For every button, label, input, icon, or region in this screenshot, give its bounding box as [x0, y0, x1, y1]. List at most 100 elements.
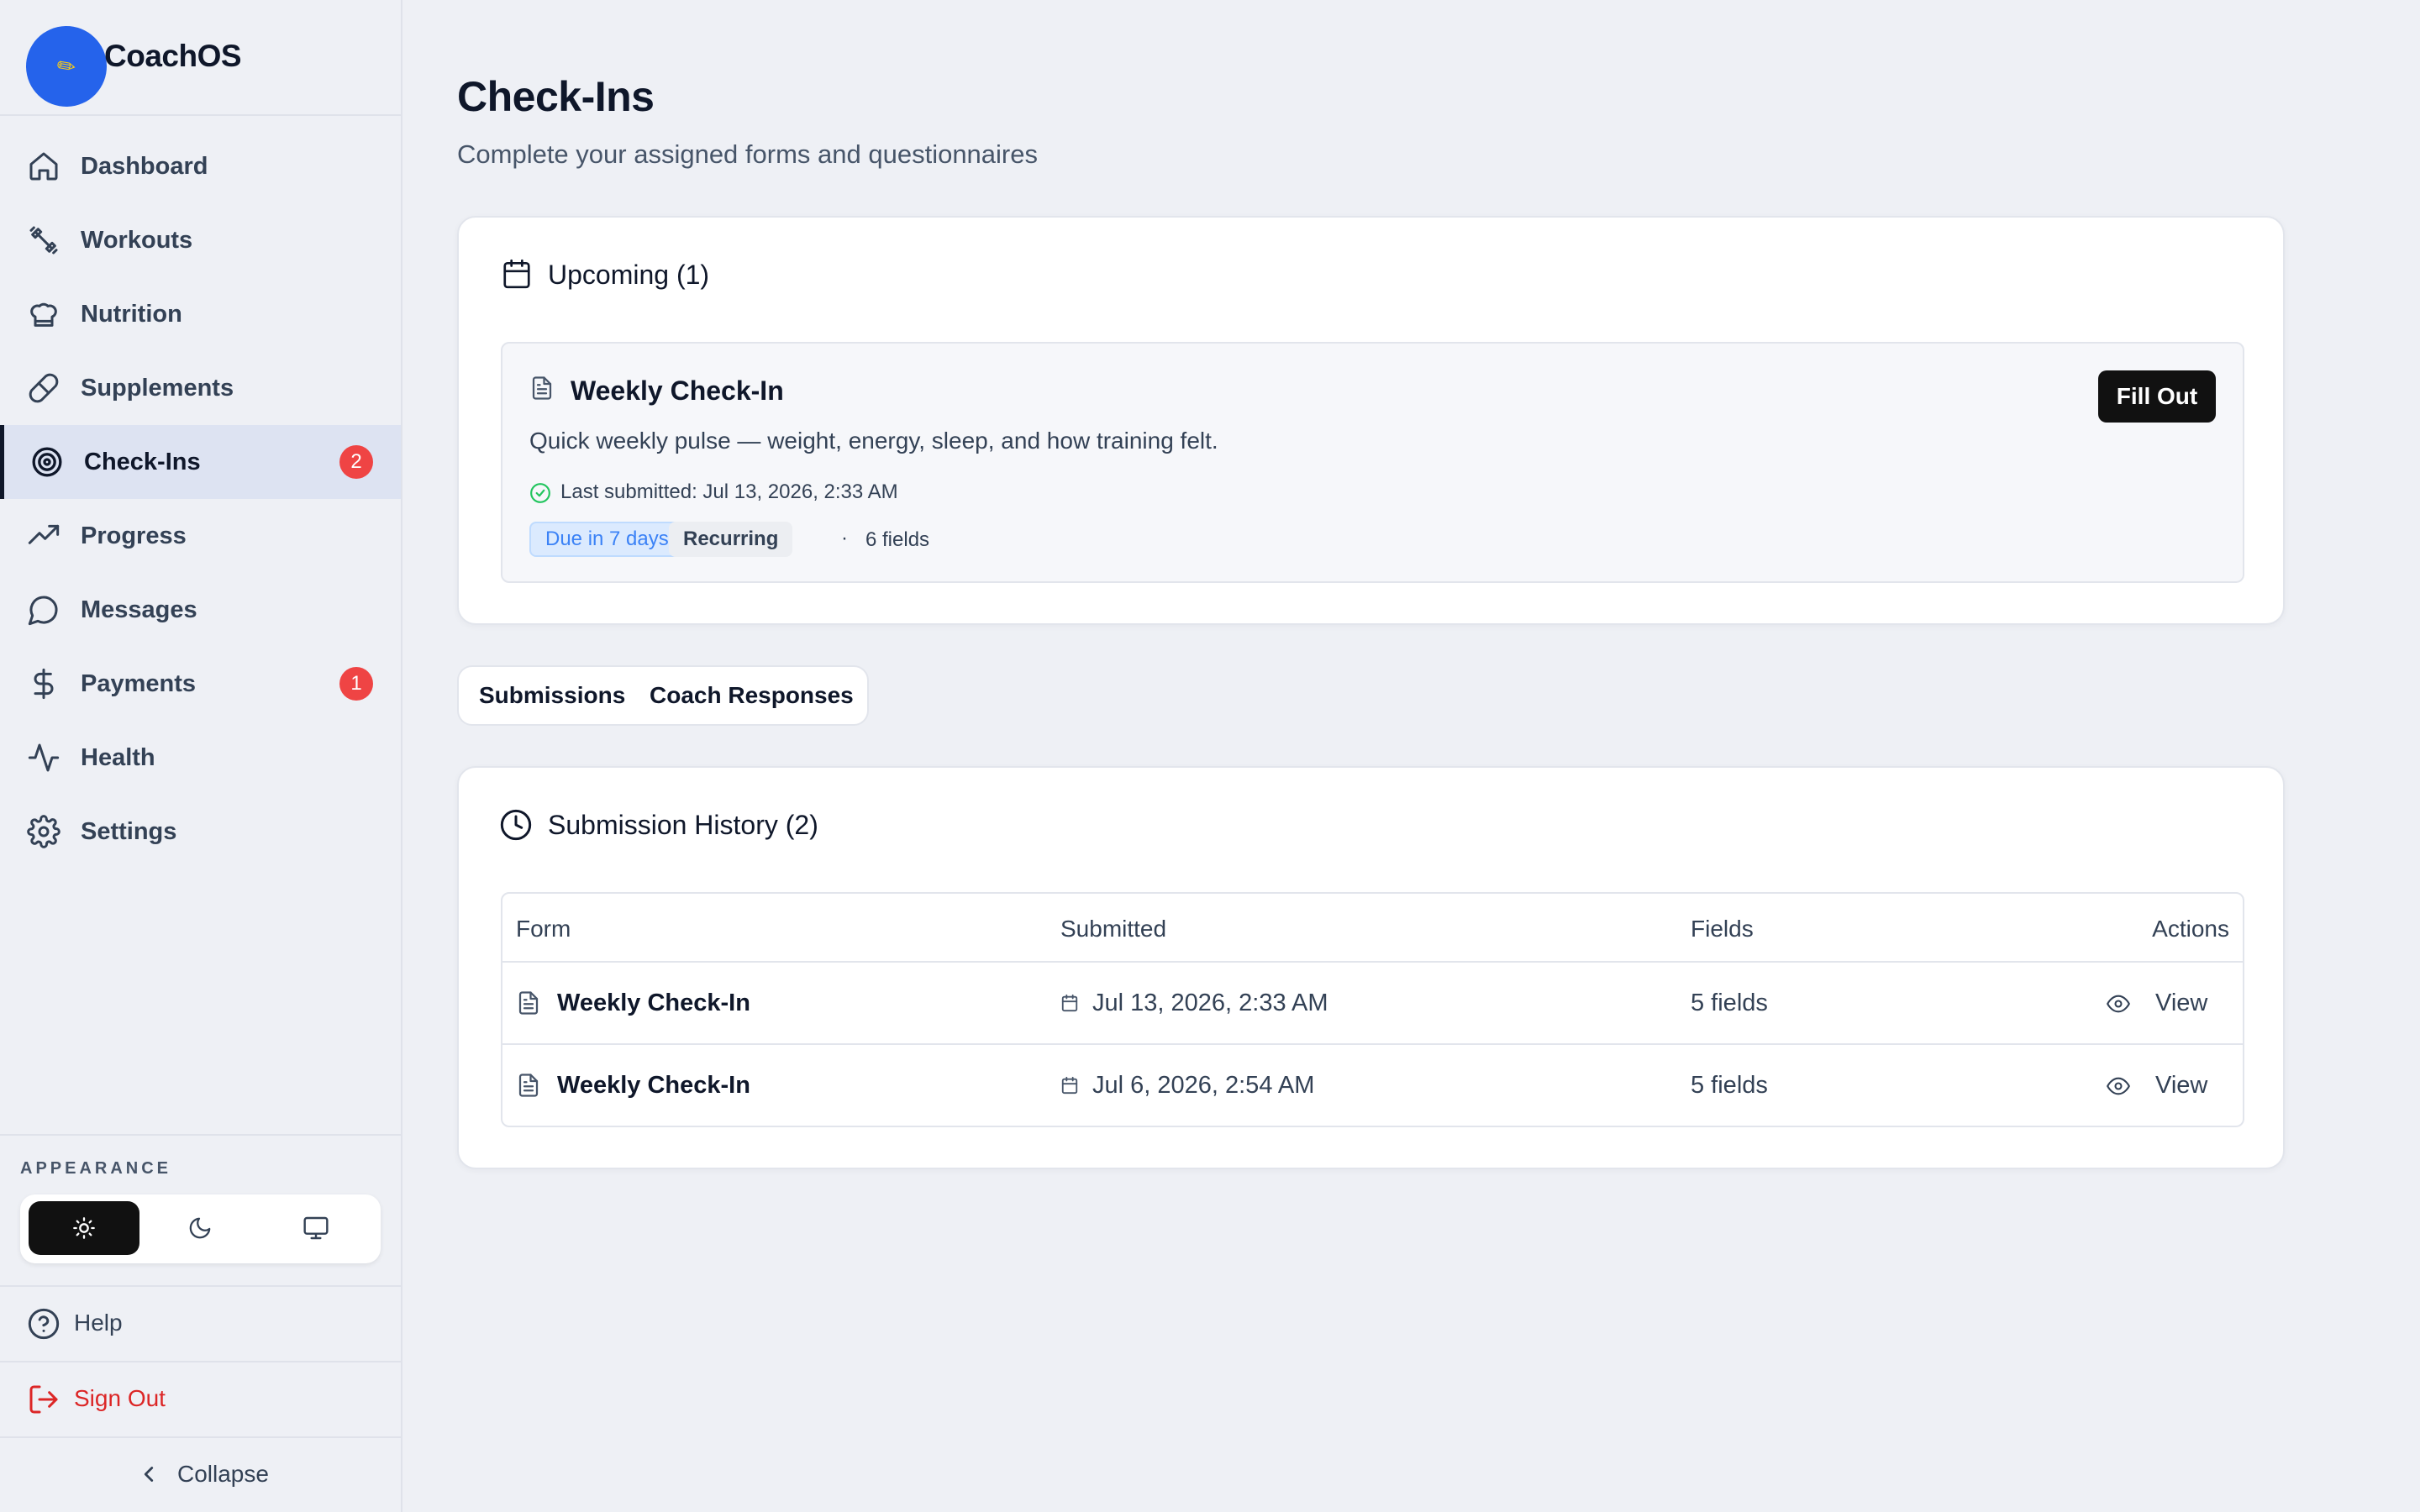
sun-icon	[72, 1216, 96, 1240]
submitted-cell: Jul 13, 2026, 2:33 AM	[1092, 990, 1328, 1016]
app-name: CoachOS	[104, 39, 242, 73]
due-badge: Due in 7 days	[529, 522, 685, 557]
calendar-icon	[501, 258, 533, 290]
fields-cell: 5 fields	[1691, 1072, 1768, 1099]
view-button[interactable]: View	[2105, 1065, 2214, 1107]
message-circle-icon	[27, 593, 60, 627]
upcoming-card: Upcoming (1) Weekly Check-In Fill Out Qu…	[457, 216, 2285, 625]
field-count: 6 fields	[865, 528, 930, 551]
view-button[interactable]: View	[2105, 983, 2214, 1025]
sidebar-item-label: Messages	[81, 596, 197, 623]
tab-coach-responses[interactable]: Coach Responses	[650, 682, 854, 709]
sidebar-item-label: Check-Ins	[84, 448, 201, 475]
page-subtitle: Complete your assigned forms and questio…	[457, 139, 1038, 169]
eye-icon	[2105, 1074, 2132, 1098]
target-icon	[30, 445, 64, 479]
sidebar-item-messages[interactable]: Messages	[0, 573, 401, 647]
sidebar-item-nutrition[interactable]: Nutrition	[0, 277, 401, 351]
moon-icon	[187, 1215, 213, 1241]
main-content: Check-Ins Complete your assigned forms a…	[402, 0, 2420, 1512]
last-submitted: Last submitted: Jul 13, 2026, 2:33 AM	[560, 480, 898, 503]
upcoming-form-item: Weekly Check-In Fill Out Quick weekly pu…	[501, 342, 2244, 583]
tab-bar: Submissions Coach Responses	[457, 665, 869, 726]
sidebar-item-label: Payments	[81, 669, 197, 697]
collapse-label: Collapse	[177, 1461, 269, 1487]
form-cell: Weekly Check-In	[557, 1072, 750, 1099]
log-out-icon	[27, 1383, 60, 1416]
appearance-label: APPEARANCE	[20, 1159, 172, 1178]
notification-badge: 1	[339, 667, 373, 701]
dollar-icon	[27, 667, 60, 701]
help-label: Help	[74, 1310, 123, 1336]
fields-cell: 5 fields	[1691, 990, 1768, 1016]
sidebar-item-label: Supplements	[81, 374, 234, 402]
trending-up-icon	[27, 519, 60, 553]
view-label: View	[2155, 1072, 2208, 1099]
sidebar-item-label: Progress	[81, 522, 187, 549]
column-header: Fields	[1691, 916, 1754, 942]
form-name: Weekly Check-In	[571, 375, 784, 406]
pill-icon	[27, 371, 60, 405]
theme-dark-button[interactable]	[145, 1201, 255, 1255]
recurring-badge: Recurring	[669, 522, 793, 557]
sidebar-item-workouts[interactable]: Workouts	[0, 203, 401, 277]
form-cell: Weekly Check-In	[557, 990, 750, 1016]
submission-history-card: Submission History (2) Form Submitted Fi…	[457, 766, 2285, 1169]
sidebar: ✎ CoachOS Dashboard Workouts Nutrition S…	[0, 0, 402, 1512]
sidebar-item-label: Dashboard	[81, 152, 208, 180]
tab-submissions[interactable]: Submissions	[479, 682, 625, 709]
fill-out-button[interactable]: Fill Out	[2098, 370, 2216, 423]
table-row[interactable]: Weekly Check-In Jul 6, 2026, 2:54 AM 5 f…	[502, 1043, 2243, 1126]
gear-icon	[27, 815, 60, 848]
sidebar-item-label: Settings	[81, 817, 177, 845]
sidebar-item-payments[interactable]: Payments 1	[0, 647, 401, 721]
sidebar-item-health[interactable]: Health	[0, 721, 401, 795]
page-title: Check-Ins	[457, 73, 655, 120]
file-icon	[516, 990, 541, 1016]
chef-hat-icon	[27, 297, 60, 331]
sidebar-item-supplements[interactable]: Supplements	[0, 351, 401, 425]
theme-switcher	[20, 1194, 381, 1263]
calendar-icon	[1060, 1076, 1079, 1095]
sidebar-item-label: Nutrition	[81, 300, 182, 328]
calendar-icon	[1060, 994, 1079, 1012]
meta-separator: ·	[841, 527, 848, 549]
view-label: View	[2155, 990, 2208, 1016]
theme-light-button[interactable]	[29, 1201, 139, 1255]
sign-out-label: Sign Out	[74, 1385, 166, 1411]
eye-icon	[2105, 992, 2132, 1016]
file-icon	[516, 1073, 541, 1098]
sidebar-item-progress[interactable]: Progress	[0, 499, 401, 573]
sidebar-item-check-ins[interactable]: Check-Ins 2	[0, 425, 401, 499]
column-header: Actions	[2152, 916, 2229, 942]
sidebar-nav: Dashboard Workouts Nutrition Supplements…	[0, 129, 401, 869]
theme-system-button[interactable]	[260, 1201, 371, 1255]
chevron-left-icon	[136, 1462, 161, 1487]
history-title: Submission History (2)	[548, 810, 818, 840]
form-description: Quick weekly pulse — weight, energy, sle…	[529, 428, 1218, 454]
sidebar-item-label: Workouts	[81, 226, 193, 254]
table-row[interactable]: Weekly Check-In Jul 13, 2026, 2:33 AM 5 …	[502, 961, 2243, 1043]
clock-icon	[499, 808, 533, 842]
activity-icon	[27, 741, 60, 774]
help-link[interactable]: Help	[0, 1285, 401, 1359]
file-icon	[529, 375, 555, 401]
notification-badge: 2	[339, 445, 373, 479]
sidebar-item-label: Health	[81, 743, 155, 771]
help-circle-icon	[27, 1307, 60, 1341]
collapse-button[interactable]: Collapse	[0, 1436, 401, 1510]
sign-out-button[interactable]: Sign Out	[0, 1361, 401, 1435]
dumbbell-icon	[27, 223, 60, 257]
home-icon	[27, 150, 60, 183]
check-circle-icon	[529, 482, 551, 504]
history-table: Form Submitted Fields Actions Weekly Che…	[501, 892, 2244, 1127]
sidebar-item-dashboard[interactable]: Dashboard	[0, 129, 401, 203]
sidebar-item-settings[interactable]: Settings	[0, 795, 401, 869]
upcoming-title: Upcoming (1)	[548, 260, 710, 290]
brand-header: ✎ CoachOS	[0, 0, 401, 123]
appearance-section: APPEARANCE	[0, 1134, 401, 1285]
monitor-icon	[302, 1215, 329, 1242]
submitted-cell: Jul 6, 2026, 2:54 AM	[1092, 1072, 1315, 1099]
column-header: Submitted	[1060, 916, 1167, 942]
column-header: Form	[516, 916, 571, 942]
